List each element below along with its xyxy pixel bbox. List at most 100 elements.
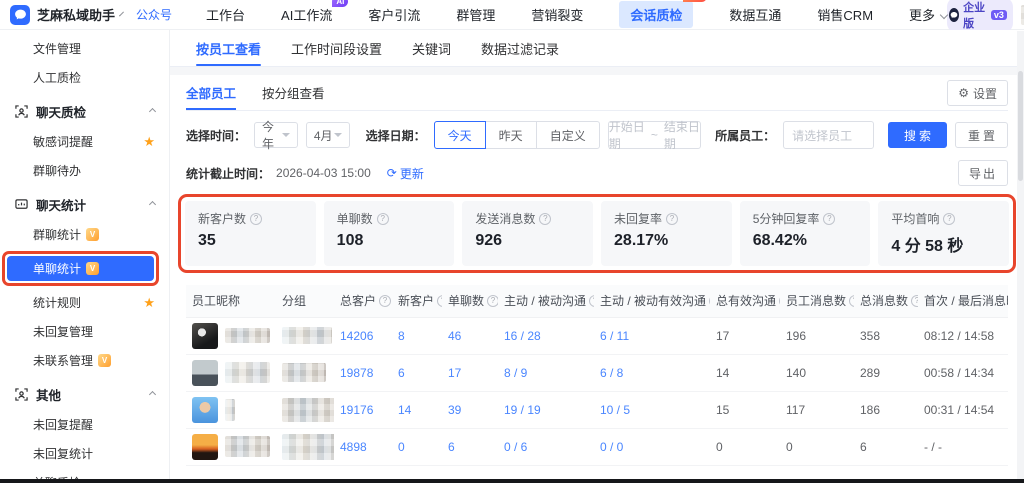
nav-customer-acquisition[interactable]: 客户引流: [368, 5, 420, 24]
active-passive-link[interactable]: 0 / 6: [498, 428, 594, 465]
sidebar-item-unreplied-alert[interactable]: 未回复提醒: [0, 410, 169, 439]
help-icon[interactable]: ?: [437, 295, 442, 307]
new-customers-link[interactable]: 14: [392, 391, 442, 428]
nav-workbench[interactable]: 工作台: [206, 5, 245, 24]
sidebar-item-single-chat-inspection[interactable]: 单聊质检: [0, 468, 169, 479]
employee-select-input[interactable]: 请选择员工: [783, 121, 874, 149]
date-option-yesterday[interactable]: 昨天: [485, 121, 537, 149]
nav-more[interactable]: 更多: [909, 5, 947, 24]
new-customers-link[interactable]: 6: [392, 354, 442, 391]
collapse-chevron-up-icon[interactable]: [149, 108, 156, 115]
help-icon[interactable]: ?: [911, 295, 918, 307]
help-icon[interactable]: ?: [539, 213, 551, 225]
help-icon[interactable]: ?: [666, 213, 678, 225]
edition-badge[interactable]: 企业版 v3: [947, 0, 1013, 33]
sidebar-section-chat-statistics[interactable]: 聊天统计: [0, 189, 169, 220]
vertical-scrollbar-thumb[interactable]: [1018, 71, 1023, 181]
help-icon[interactable]: ?: [379, 295, 391, 307]
help-icon[interactable]: ?: [377, 213, 389, 225]
active-passive-valid-link[interactable]: 0 / 0: [594, 428, 710, 465]
subtab-all-employees[interactable]: 全部员工: [186, 75, 236, 110]
nav-sales-crm[interactable]: 销售CRM: [817, 5, 873, 24]
sidebar-item-stats-rules[interactable]: 统计规则★: [0, 288, 169, 317]
date-option-custom[interactable]: 自定义: [536, 121, 600, 149]
main-content: 按员工查看 工作时间段设置 关键词 数据过滤记录 全部员工 按分组查看 ⚙设置 …: [170, 30, 1024, 479]
search-button[interactable]: 搜索: [888, 122, 947, 148]
brand-chevron-down-icon[interactable]: [119, 11, 124, 16]
nav-marketing-fission[interactable]: 营销裂变: [531, 5, 583, 24]
vip-badge-icon: V: [86, 228, 99, 241]
active-passive-link[interactable]: 8 / 9: [498, 354, 594, 391]
redacted-employee-name: [225, 362, 270, 383]
help-icon[interactable]: ?: [250, 213, 262, 225]
refresh-icon: ⟳: [387, 166, 397, 180]
settings-button[interactable]: ⚙设置: [947, 80, 1008, 106]
account-type-link[interactable]: 公众号: [136, 6, 172, 23]
help-icon[interactable]: ?: [589, 295, 594, 307]
total-customers-link[interactable]: 19878: [334, 354, 392, 391]
active-passive-valid-link[interactable]: 10 / 5: [594, 391, 710, 428]
total-valid-cell: 15: [710, 391, 780, 428]
reset-button[interactable]: 重置: [955, 122, 1008, 148]
sidebar-section-chat-inspection[interactable]: 聊天质检: [0, 96, 169, 127]
date-quick-options: 今天 昨天 自定义: [434, 121, 600, 149]
app-logo-icon: [10, 5, 30, 25]
sidebar-item-group-chat-todo[interactable]: 群聊待办: [0, 156, 169, 185]
nav-data-interchange[interactable]: 数据互通: [729, 5, 781, 24]
active-passive-valid-link[interactable]: 6 / 8: [594, 354, 710, 391]
edition-version-badge: v3: [991, 10, 1007, 20]
sidebar-item-file-management[interactable]: 文件管理: [0, 34, 169, 63]
sidebar-item-sensitive-word-alert[interactable]: 敏感词提醒★: [0, 127, 169, 156]
tab-keywords[interactable]: 关键词: [412, 30, 451, 66]
total-customers-link[interactable]: 4898: [334, 428, 392, 465]
sidebar-item-manual-inspection[interactable]: 人工质检: [0, 63, 169, 92]
chat-count-link[interactable]: 17: [442, 354, 498, 391]
tab-work-hours-setting[interactable]: 工作时间段设置: [291, 30, 382, 66]
chat-count-link[interactable]: 6: [442, 428, 498, 465]
refresh-link[interactable]: ⟳更新: [387, 165, 424, 182]
help-icon[interactable]: ?: [487, 295, 498, 307]
new-customers-link[interactable]: 8: [392, 317, 442, 354]
staff-msgs-cell: 0: [780, 428, 854, 465]
nav-chat-inspection[interactable]: 会话质检HOT: [619, 1, 693, 28]
date-range-input[interactable]: 开始日期~结束日期: [608, 121, 701, 149]
vip-badge-icon: V: [98, 354, 111, 367]
sidebar-item-single-chat-stats[interactable]: 单聊统计V: [7, 256, 154, 281]
sidebar-item-group-chat-stats[interactable]: 群聊统计V: [0, 220, 169, 249]
app-window: 芝麻私域助手 公众号 工作台 AI工作流AI 客户引流 群管理 营销裂变 会话质…: [0, 0, 1024, 483]
total-customers-link[interactable]: 19176: [334, 391, 392, 428]
active-passive-valid-link[interactable]: 6 / 11: [594, 317, 710, 354]
nav-ai-workflow[interactable]: AI工作流AI: [281, 5, 332, 24]
date-option-today[interactable]: 今天: [434, 121, 486, 149]
subtab-by-group[interactable]: 按分组查看: [262, 75, 325, 110]
stat-value: 926: [475, 232, 580, 250]
month-select[interactable]: 4月: [306, 122, 350, 148]
sidebar-section-other[interactable]: 其他: [0, 379, 169, 410]
export-button[interactable]: 导出: [958, 160, 1008, 186]
collapse-chevron-up-icon[interactable]: [149, 201, 156, 208]
collapse-chevron-up-icon[interactable]: [149, 391, 156, 398]
active-passive-link[interactable]: 16 / 28: [498, 317, 594, 354]
active-passive-link[interactable]: 19 / 19: [498, 391, 594, 428]
vertical-scrollbar-track[interactable]: [1017, 31, 1024, 479]
chat-count-link[interactable]: 39: [442, 391, 498, 428]
employee-avatar: [192, 397, 218, 423]
tab-view-by-employee[interactable]: 按员工查看: [196, 30, 261, 66]
year-select[interactable]: 今年: [254, 122, 298, 148]
help-icon[interactable]: ?: [849, 295, 854, 307]
sidebar-item-uncontacted-management[interactable]: 未联系管理V: [0, 346, 169, 375]
deadline-label: 统计截止时间：: [186, 165, 270, 182]
date-filter-label: 选择日期：: [366, 127, 426, 144]
help-icon[interactable]: ?: [943, 213, 955, 225]
total-customers-link[interactable]: 14206: [334, 317, 392, 354]
new-customers-link[interactable]: 0: [392, 428, 442, 465]
total-valid-cell: 0: [710, 428, 780, 465]
tab-data-filter-log[interactable]: 数据过滤记录: [481, 30, 559, 66]
table-header-row: 员工昵称 分组 总客户? 新客户? 单聊数? 主动 / 被动沟通? 主动 / 被…: [186, 285, 1008, 317]
sidebar-item-unreplied-stats[interactable]: 未回复统计: [0, 439, 169, 468]
chat-count-link[interactable]: 46: [442, 317, 498, 354]
help-icon[interactable]: ?: [823, 213, 835, 225]
nav-group-management[interactable]: 群管理: [456, 5, 495, 24]
star-icon: ★: [143, 295, 155, 311]
sidebar-item-unreplied-management[interactable]: 未回复管理: [0, 317, 169, 346]
